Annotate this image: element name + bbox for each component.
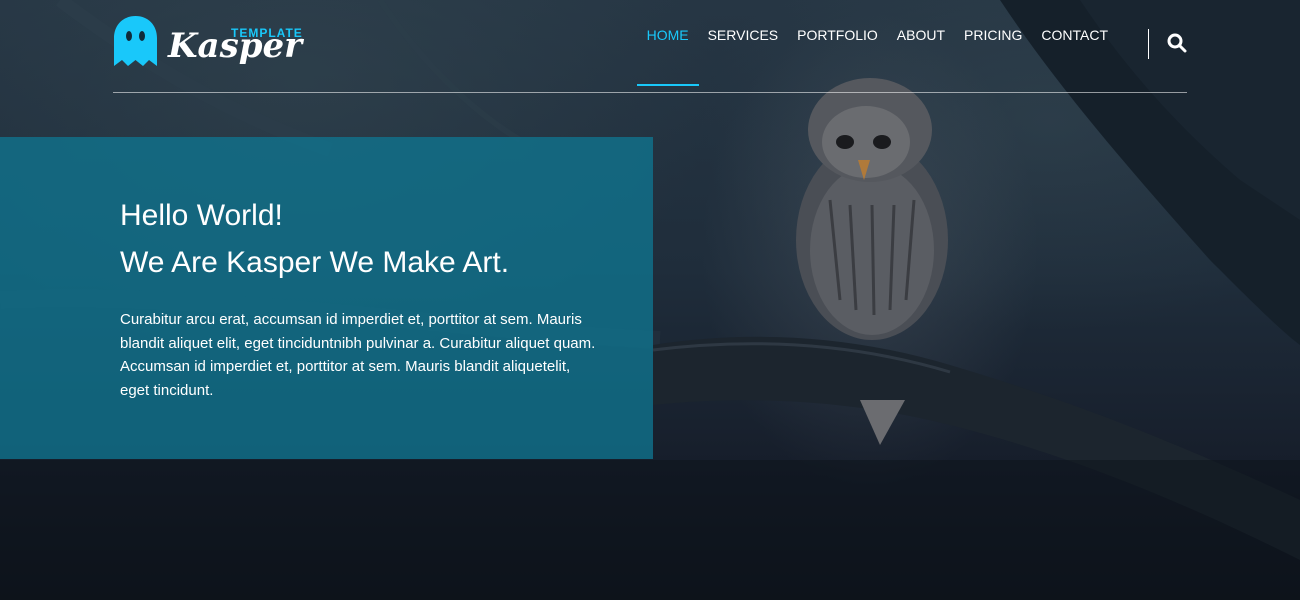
intro-heading: Hello World! We Are Kasper We Make Art. bbox=[120, 192, 598, 286]
nav-link-portfolio[interactable]: PORTFOLIO bbox=[797, 28, 878, 86]
logo[interactable]: Kasper TEMPLATE bbox=[113, 14, 302, 76]
brand-tag: TEMPLATE bbox=[231, 26, 303, 40]
nav-item-about: ABOUT bbox=[897, 28, 945, 86]
main-nav: HOME SERVICES PORTFOLIO ABOUT PRICING CO… bbox=[636, 0, 1187, 93]
nav-link-contact[interactable]: CONTACT bbox=[1041, 28, 1108, 86]
search-button[interactable] bbox=[1167, 33, 1187, 58]
intro-heading-line2: We Are Kasper We Make Art. bbox=[120, 246, 510, 279]
nav-item-portfolio: PORTFOLIO bbox=[797, 28, 878, 86]
nav-list: HOME SERVICES PORTFOLIO ABOUT PRICING CO… bbox=[636, 28, 1108, 86]
nav-divider bbox=[1148, 29, 1149, 59]
ghost-icon bbox=[114, 16, 157, 66]
nav-item-contact: CONTACT bbox=[1041, 28, 1108, 86]
intro-heading-line1: Hello World! bbox=[120, 199, 283, 232]
intro-paragraph: Curabitur arcu erat, accumsan id imperdi… bbox=[120, 311, 596, 399]
intro-box: Hello World! We Are Kasper We Make Art. … bbox=[0, 137, 653, 459]
nav-item-services: SERVICES bbox=[708, 28, 779, 86]
nav-item-home: HOME bbox=[636, 28, 699, 86]
nav-link-pricing[interactable]: PRICING bbox=[964, 28, 1022, 86]
nav-link-services[interactable]: SERVICES bbox=[708, 28, 779, 86]
search-icon bbox=[1167, 33, 1187, 53]
site-header: Kasper TEMPLATE HOME SERVICES PORTFOLIO … bbox=[113, 0, 1187, 93]
nav-link-about[interactable]: ABOUT bbox=[897, 28, 945, 86]
nav-item-pricing: PRICING bbox=[964, 28, 1022, 86]
nav-link-home[interactable]: HOME bbox=[647, 28, 689, 86]
